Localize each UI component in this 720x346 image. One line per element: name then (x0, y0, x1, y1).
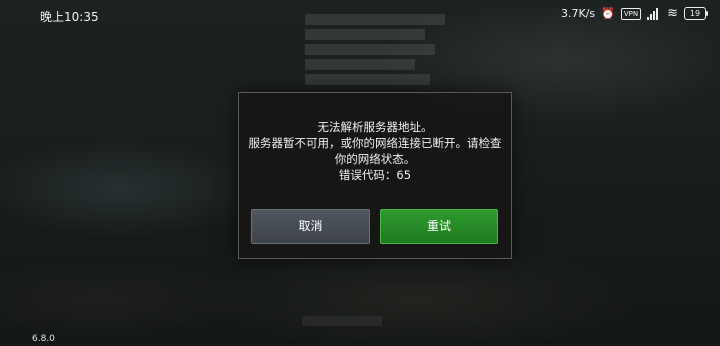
version-label: 6.8.0 (32, 334, 55, 344)
error-dialog: 无法解析服务器地址。 服务器暂不可用，或你的网络连接已断开。请检查 你的网络状态… (238, 92, 512, 259)
cancel-button[interactable]: 取消 (251, 209, 370, 244)
error-line-detail: 服务器暂不可用，或你的网络连接已断开。请检查 (248, 136, 502, 150)
error-message: 无法解析服务器地址。 服务器暂不可用，或你的网络连接已断开。请检查 你的网络状态… (239, 119, 511, 183)
signal-icon (647, 7, 661, 20)
wifi-icon: ≋ (667, 6, 678, 21)
network-speed: 3.7K/s (560, 7, 596, 20)
battery-icon: 19 (684, 7, 708, 20)
error-code: 错误代码：65 (338, 168, 412, 182)
status-bar: 晚上10:35 3.7K/s ⏰ VPN ≋ 19 (0, 0, 720, 30)
retry-button[interactable]: 重试 (380, 209, 498, 244)
error-line-title: 无法解析服务器地址。 (317, 120, 433, 134)
alarm-icon: ⏰ (601, 7, 615, 20)
status-icons: 3.7K/s ⏰ VPN ≋ 19 (560, 6, 708, 21)
clock: 晚上10:35 (40, 10, 99, 24)
error-line-detail-cont: 你的网络状态。 (334, 152, 416, 166)
vpn-icon: VPN (620, 7, 642, 20)
